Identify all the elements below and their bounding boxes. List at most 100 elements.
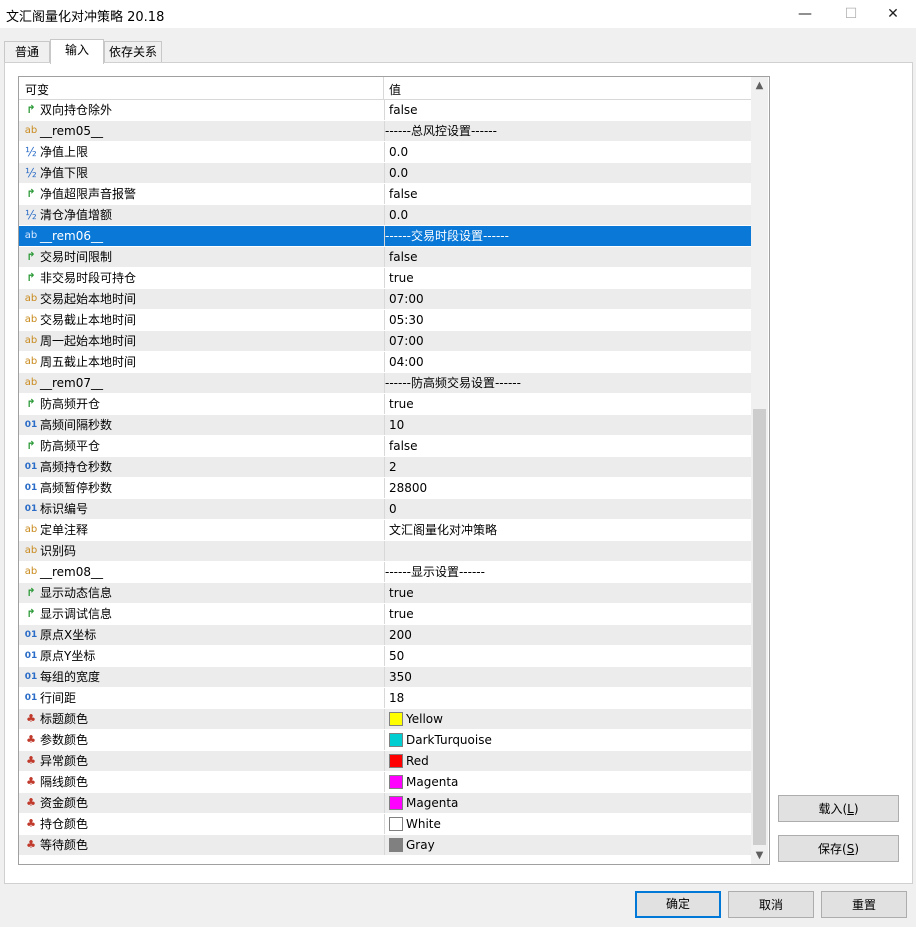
variable-cell[interactable]: ½ 净值上限 [19,142,383,162]
table-row[interactable]: ♣ 标题颜色 Yellow [19,709,751,730]
variable-cell[interactable]: 01 标识编号 [19,499,383,519]
variable-cell[interactable]: 01 每组的宽度 [19,667,383,687]
variable-cell[interactable]: ab 定单注释 [19,520,383,540]
table-row[interactable]: ab 交易截止本地时间 05:30 [19,310,751,331]
variable-cell[interactable]: ↱ 交易时间限制 [19,247,383,267]
value-cell[interactable]: Yellow [384,709,752,729]
value-cell[interactable]: ------交易时段设置------ [384,226,752,246]
value-cell[interactable]: false [384,184,752,204]
variable-cell[interactable]: ♣ 异常颜色 [19,751,383,771]
table-row[interactable]: ↱ 净值超限声音报警 false [19,184,751,205]
tab-general[interactable]: 普通 [4,41,50,62]
table-row[interactable]: ab 定单注释 文汇阁量化对冲策略 [19,520,751,541]
variable-cell[interactable]: 01 高频暂停秒数 [19,478,383,498]
table-row[interactable]: ab 周五截止本地时间 04:00 [19,352,751,373]
table-row[interactable]: ab __rem05__ ------总风控设置------ [19,121,751,142]
variable-cell[interactable]: ↱ 非交易时段可持仓 [19,268,383,288]
table-row[interactable]: ↱ 显示调试信息 true [19,604,751,625]
variable-cell[interactable]: ♣ 隔线颜色 [19,772,383,792]
table-row[interactable]: ♣ 持仓颜色 White [19,814,751,835]
value-cell[interactable]: false [384,247,752,267]
value-cell[interactable]: 200 [384,625,752,645]
value-cell[interactable]: 07:00 [384,289,752,309]
table-row[interactable]: ♣ 异常颜色 Red [19,751,751,772]
variable-cell[interactable]: ↱ 防高频开仓 [19,394,383,414]
variable-cell[interactable]: ♣ 标题颜色 [19,709,383,729]
table-row[interactable]: ab 周一起始本地时间 07:00 [19,331,751,352]
value-cell[interactable]: 0.0 [384,142,752,162]
table-row[interactable]: ab __rem08__ ------显示设置------ [19,562,751,583]
value-cell[interactable] [384,541,752,561]
table-row[interactable]: ½ 净值上限 0.0 [19,142,751,163]
table-row[interactable]: 01 原点X坐标 200 [19,625,751,646]
table-row[interactable]: ab __rem06__ ------交易时段设置------ [19,226,751,247]
value-cell[interactable]: 04:00 [384,352,752,372]
value-cell[interactable]: true [384,394,752,414]
variable-cell[interactable]: ab 周五截止本地时间 [19,352,383,372]
scroll-up-arrow-icon[interactable]: ▲ [751,77,768,94]
variable-cell[interactable]: ab __rem06__ [19,226,383,246]
variable-cell[interactable]: ab __rem08__ [19,562,383,582]
value-cell[interactable]: 0.0 [384,205,752,225]
table-row[interactable]: 01 每组的宽度 350 [19,667,751,688]
maximize-button[interactable]: ☐ [828,0,874,28]
reset-button[interactable]: 重置 [821,891,907,918]
variable-cell[interactable]: ↱ 净值超限声音报警 [19,184,383,204]
table-row[interactable]: ↱ 防高频平仓 false [19,436,751,457]
variable-cell[interactable]: ab 识别码 [19,541,383,561]
table-row[interactable]: ab __rem07__ ------防高频交易设置------ [19,373,751,394]
value-cell[interactable]: 文汇阁量化对冲策略 [384,520,752,540]
table-row[interactable]: 01 标识编号 0 [19,499,751,520]
header-variable[interactable]: 可变 [25,81,49,98]
value-cell[interactable]: 350 [384,667,752,687]
value-cell[interactable]: ------总风控设置------ [384,121,752,141]
variable-cell[interactable]: 01 行间距 [19,688,383,708]
table-row[interactable]: 01 行间距 18 [19,688,751,709]
variable-cell[interactable]: 01 高频持仓秒数 [19,457,383,477]
table-row[interactable]: ↱ 非交易时段可持仓 true [19,268,751,289]
value-cell[interactable]: Red [384,751,752,771]
value-cell[interactable]: 18 [384,688,752,708]
header-separator[interactable] [383,77,384,99]
table-row[interactable]: ♣ 参数颜色 DarkTurquoise [19,730,751,751]
load-button[interactable]: 载入(L) [778,795,899,822]
value-cell[interactable]: false [384,100,752,120]
table-row[interactable]: ab 识别码 [19,541,751,562]
table-row[interactable]: ↱ 交易时间限制 false [19,247,751,268]
table-row[interactable]: ♣ 等待颜色 Gray [19,835,751,856]
vertical-scrollbar[interactable]: ▲ ▼ [751,77,768,864]
value-cell[interactable]: 07:00 [384,331,752,351]
save-button[interactable]: 保存(S) [778,835,899,862]
scroll-thumb[interactable] [753,409,766,845]
table-row[interactable]: ↱ 显示动态信息 true [19,583,751,604]
variable-cell[interactable]: 01 原点X坐标 [19,625,383,645]
value-cell[interactable]: 28800 [384,478,752,498]
value-cell[interactable]: 2 [384,457,752,477]
variable-cell[interactable]: ♣ 资金颜色 [19,793,383,813]
header-value[interactable]: 值 [389,81,401,98]
variable-cell[interactable]: ab 交易截止本地时间 [19,310,383,330]
tab-dependencies[interactable]: 依存关系 [104,41,162,62]
variable-cell[interactable]: ab 交易起始本地时间 [19,289,383,309]
variable-cell[interactable]: ½ 净值下限 [19,163,383,183]
value-cell[interactable]: ------防高频交易设置------ [384,373,752,393]
value-cell[interactable]: 10 [384,415,752,435]
ok-button[interactable]: 确定 [635,891,721,918]
variable-cell[interactable]: ↱ 显示调试信息 [19,604,383,624]
variable-cell[interactable]: ↱ 显示动态信息 [19,583,383,603]
table-row[interactable]: 01 高频持仓秒数 2 [19,457,751,478]
value-cell[interactable]: DarkTurquoise [384,730,752,750]
value-cell[interactable]: 05:30 [384,310,752,330]
value-cell[interactable]: true [384,604,752,624]
tab-inputs[interactable]: 输入 [50,39,104,64]
value-cell[interactable]: 50 [384,646,752,666]
variable-cell[interactable]: 01 原点Y坐标 [19,646,383,666]
table-row[interactable]: 01 高频间隔秒数 10 [19,415,751,436]
table-row[interactable]: ab 交易起始本地时间 07:00 [19,289,751,310]
variable-cell[interactable]: ab __rem07__ [19,373,383,393]
variable-cell[interactable]: ↱ 防高频平仓 [19,436,383,456]
value-cell[interactable]: 0.0 [384,163,752,183]
variable-cell[interactable]: ab 周一起始本地时间 [19,331,383,351]
value-cell[interactable]: ------显示设置------ [384,562,752,582]
table-row[interactable]: ♣ 资金颜色 Magenta [19,793,751,814]
